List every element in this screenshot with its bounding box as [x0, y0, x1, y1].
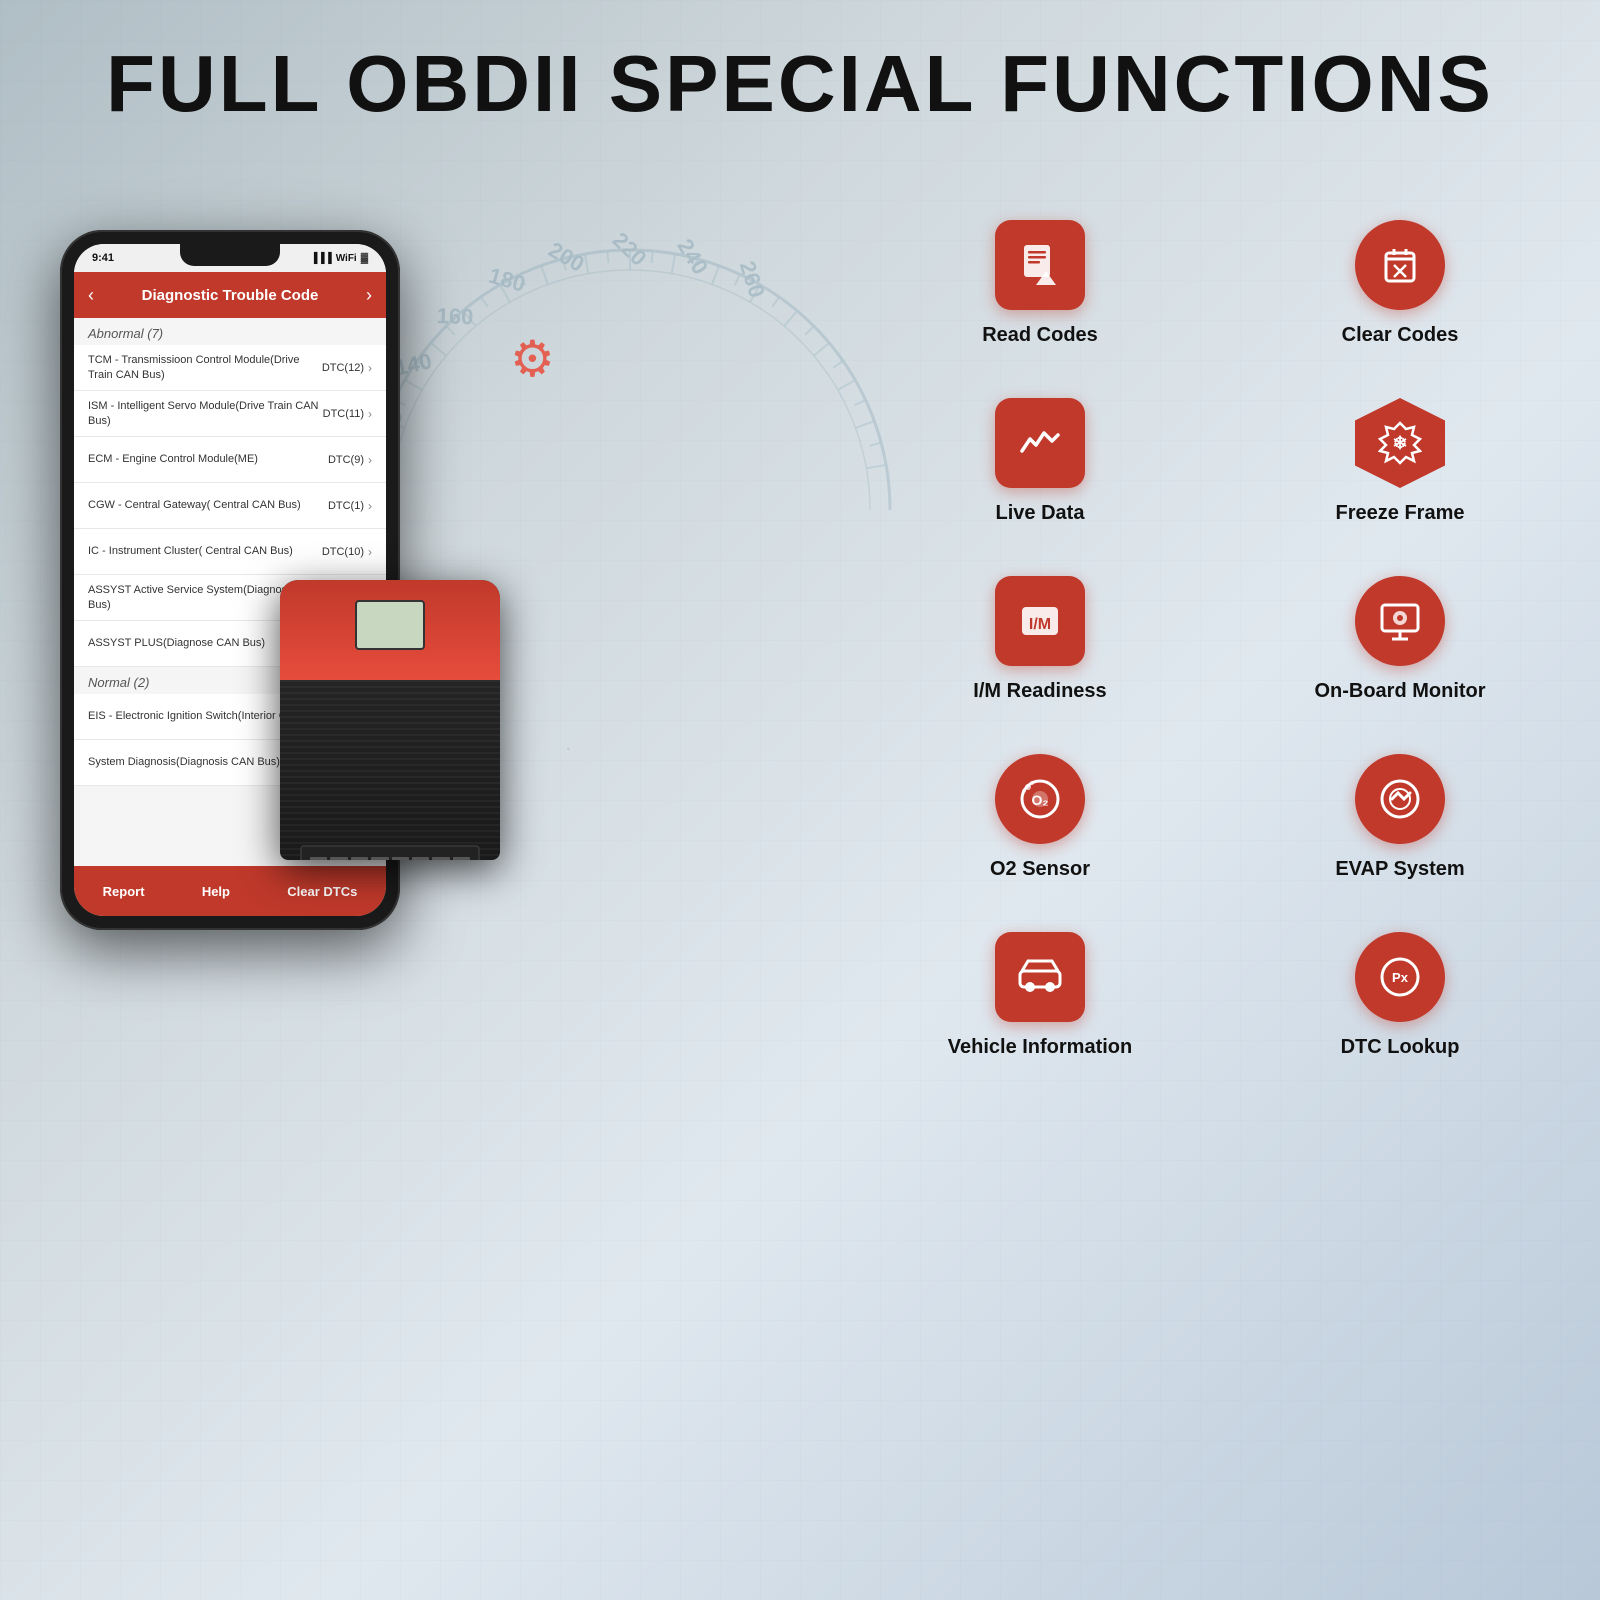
dtc-row[interactable]: ISM - Intelligent Servo Module(Drive Tra…	[74, 391, 386, 437]
dtc-row-label: TCM - Transmissioon Control Module(Drive…	[88, 353, 322, 382]
obd-screen	[355, 600, 425, 650]
dtc-row[interactable]: IC - Instrument Cluster( Central CAN Bus…	[74, 529, 386, 575]
function-item-on-board-monitor[interactable]: On-Board Monitor	[1260, 576, 1540, 704]
im-readiness-label: I/M Readiness	[973, 678, 1106, 704]
dtc-arrow: ›	[368, 545, 372, 559]
on-board-monitor-icon	[1355, 576, 1445, 666]
live-data-label: Live Data	[996, 500, 1085, 526]
freeze-frame-label: Freeze Frame	[1336, 500, 1465, 526]
dtc-arrow: ›	[368, 499, 372, 513]
clear-codes-icon	[1355, 220, 1445, 310]
pin-2	[330, 857, 347, 860]
section-abnormal-label: Abnormal (7)	[74, 318, 386, 345]
o2-sensor-label: O2 Sensor	[990, 856, 1090, 882]
function-item-freeze-frame[interactable]: ❄ Freeze Frame	[1260, 398, 1540, 526]
on-board-monitor-label: On-Board Monitor	[1314, 678, 1485, 704]
dtc-badge: DTC(1)	[328, 500, 364, 512]
pin-4	[371, 857, 388, 860]
pin-6	[412, 857, 429, 860]
dtc-row-label: ECM - Engine Control Module(ME)	[88, 452, 328, 466]
dtc-row-label: CGW - Central Gateway( Central CAN Bus)	[88, 498, 328, 512]
pin-5	[392, 857, 409, 860]
freeze-frame-icon: ❄	[1355, 398, 1445, 488]
dtc-row[interactable]: ECM - Engine Control Module(ME) DTC(9) ›	[74, 437, 386, 483]
function-item-im-readiness[interactable]: I/M I/M Readiness	[900, 576, 1180, 704]
dtc-badge: DTC(9)	[328, 454, 364, 466]
svg-text:160: 160	[436, 303, 474, 329]
dtc-badge: DTC(11)	[323, 408, 364, 420]
svg-text:180: 180	[486, 263, 528, 297]
function-item-live-data[interactable]: Live Data	[900, 398, 1180, 526]
live-data-icon	[995, 398, 1085, 488]
dtc-arrow: ›	[368, 361, 372, 375]
evap-system-label: EVAP System	[1335, 856, 1464, 882]
status-icons: ▐▐▐ WiFi ▓	[310, 253, 368, 264]
read-codes-label: Read Codes	[982, 322, 1098, 348]
back-button[interactable]: ‹	[88, 285, 94, 306]
phone-notch	[180, 244, 280, 266]
report-button[interactable]: Report	[91, 876, 157, 907]
obd-connector-pins	[302, 847, 478, 860]
read-codes-icon	[995, 220, 1085, 310]
svg-text:O₂: O₂	[1031, 792, 1048, 808]
function-item-vehicle-information[interactable]: Vehicle Information	[900, 932, 1180, 1060]
dtc-badge: DTC(10)	[322, 546, 364, 558]
dtc-row[interactable]: TCM - Transmissioon Control Module(Drive…	[74, 345, 386, 391]
status-time: 9:41	[92, 252, 114, 264]
phone-app-header: ‹ Diagnostic Trouble Code ›	[74, 272, 386, 318]
im-readiness-icon: I/M	[995, 576, 1085, 666]
pin-8	[453, 857, 470, 860]
svg-text:220: 220	[608, 227, 652, 270]
svg-text:260: 260	[735, 258, 770, 301]
battery-icon: ▓	[361, 253, 368, 264]
obd-body	[280, 580, 500, 860]
dtc-arrow: ›	[368, 453, 372, 467]
functions-grid: Read Codes Clear Codes Live Data ❄ Freez…	[900, 220, 1540, 1060]
evap-system-icon	[1355, 754, 1445, 844]
vehicle-information-label: Vehicle Information	[948, 1034, 1132, 1060]
pin-7	[432, 857, 449, 860]
obd-device	[250, 580, 530, 960]
dtc-row[interactable]: CGW - Central Gateway( Central CAN Bus) …	[74, 483, 386, 529]
function-item-dtc-lookup[interactable]: Px DTC Lookup	[1260, 932, 1540, 1060]
help-button[interactable]: Help	[190, 876, 242, 907]
dtc-row-label: IC - Instrument Cluster( Central CAN Bus…	[88, 544, 322, 558]
dtc-arrow: ›	[368, 407, 372, 421]
svg-text:Px: Px	[1392, 970, 1409, 985]
function-item-clear-codes[interactable]: Clear Codes	[1260, 220, 1540, 348]
dtc-lookup-icon: Px	[1355, 932, 1445, 1022]
svg-text:❄: ❄	[1392, 433, 1407, 453]
dtc-badge: DTC(12)	[322, 362, 364, 374]
obd-connector	[300, 845, 480, 860]
function-item-o2-sensor[interactable]: O₂ O2 Sensor	[900, 754, 1180, 882]
dtc-row-label: ISM - Intelligent Servo Module(Drive Tra…	[88, 399, 323, 428]
function-item-evap-system[interactable]: EVAP System	[1260, 754, 1540, 882]
engine-light-icon: ⚙	[510, 330, 555, 388]
function-item-read-codes[interactable]: Read Codes	[900, 220, 1180, 348]
svg-text:240: 240	[672, 234, 713, 278]
page-title: FULL OBDII SPECIAL FUNCTIONS	[0, 38, 1600, 130]
dtc-lookup-label: DTC Lookup	[1341, 1034, 1460, 1060]
o2-sensor-icon: O₂	[995, 754, 1085, 844]
pin-3	[351, 857, 368, 860]
pin-1	[310, 857, 327, 860]
wifi-icon: WiFi	[336, 253, 357, 264]
svg-text:200: 200	[544, 237, 588, 277]
vehicle-information-icon	[995, 932, 1085, 1022]
svg-text:I/M: I/M	[1029, 616, 1051, 633]
screen-title: Diagnostic Trouble Code	[142, 287, 319, 304]
clear-codes-label: Clear Codes	[1342, 322, 1459, 348]
signal-icon: ▐▐▐	[310, 253, 331, 264]
forward-button[interactable]: ›	[366, 285, 372, 306]
